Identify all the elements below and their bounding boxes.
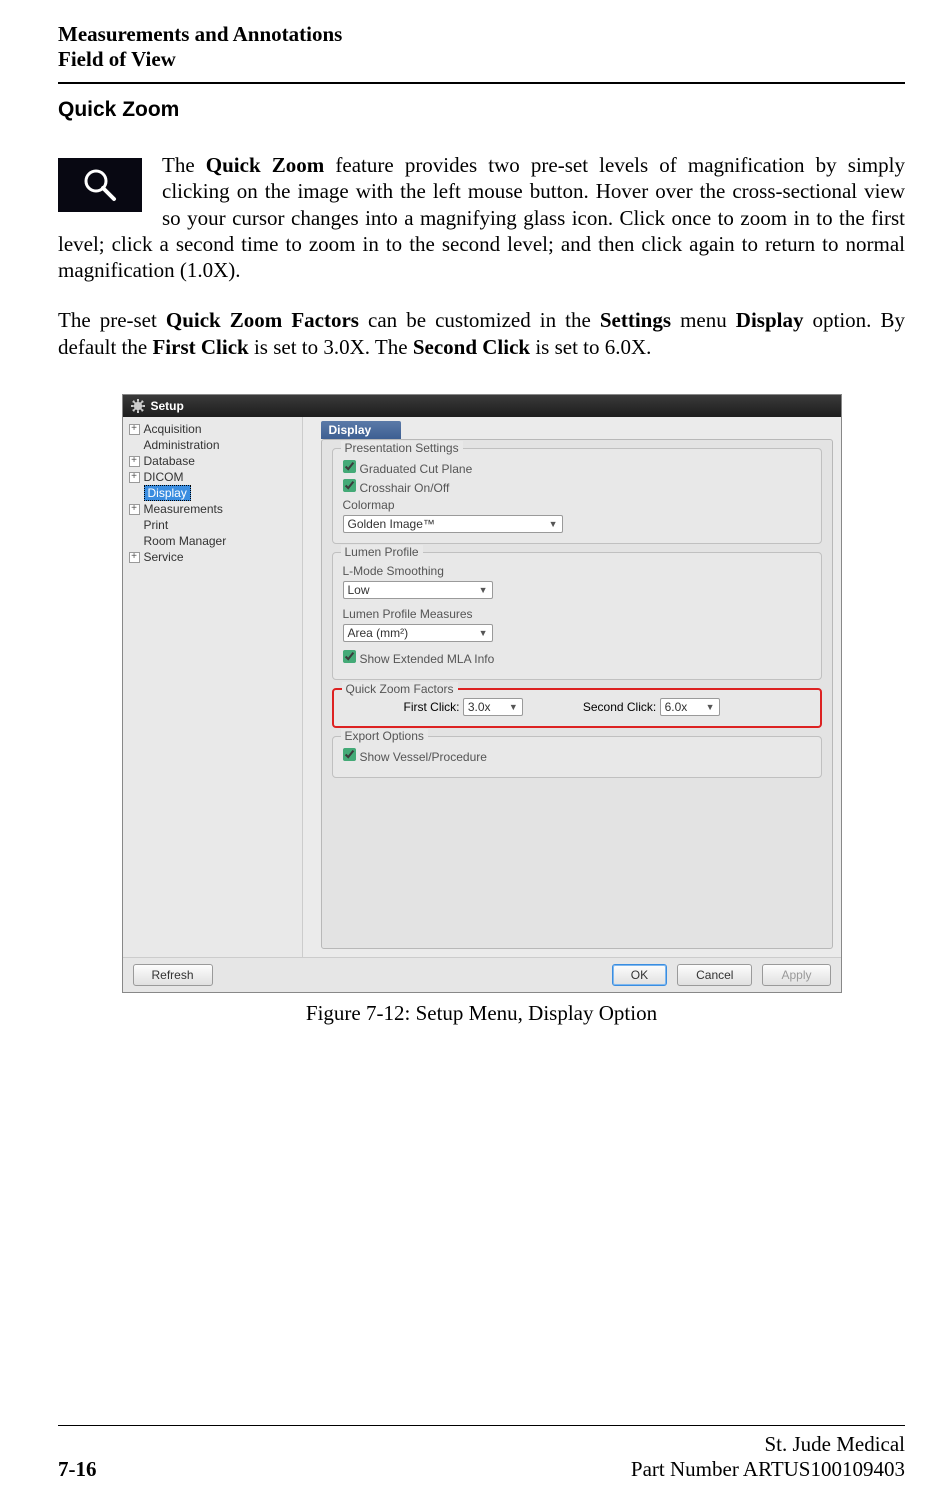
- plus-icon[interactable]: +: [129, 456, 140, 467]
- dropdown-lmode-smoothing-value: Low: [348, 583, 370, 597]
- label-show-vessel: Show Vessel/Procedure: [360, 750, 487, 764]
- p2-b4: First Click: [152, 335, 248, 359]
- plus-icon[interactable]: +: [129, 504, 140, 515]
- group-lumen: Lumen Profile L-Mode Smoothing Low▼ Lume…: [332, 552, 822, 680]
- display-panel: Presentation Settings Graduated Cut Plan…: [321, 439, 833, 949]
- p2-b3: Display: [736, 308, 804, 332]
- label-colormap: Colormap: [343, 498, 811, 512]
- tree-item-print[interactable]: Print: [125, 517, 300, 533]
- p2-t5: is set to 3.0X. The: [249, 335, 413, 359]
- chevron-down-icon: ▼: [706, 702, 715, 712]
- dialog-button-row: Refresh OK Cancel Apply: [123, 957, 841, 992]
- p2-b1: Quick Zoom Factors: [166, 308, 359, 332]
- dropdown-lumen-measures-value: Area (mm²): [348, 626, 409, 640]
- page-footer: 7-16 St. Jude Medical Part Number ARTUS1…: [58, 1425, 905, 1482]
- plus-icon[interactable]: +: [129, 472, 140, 483]
- tree-item-service[interactable]: +Service: [125, 549, 300, 565]
- gear-icon: [131, 399, 145, 413]
- panel-tab-display: Display: [321, 421, 401, 439]
- tree-item-dicom[interactable]: +DICOM: [125, 469, 300, 485]
- dropdown-second-click-value: 6.0x: [665, 700, 688, 714]
- label-first-click: First Click:: [404, 700, 460, 714]
- ok-button[interactable]: OK: [612, 964, 667, 986]
- magnifier-icon: [58, 158, 142, 212]
- checkbox-show-vessel[interactable]: [343, 748, 356, 761]
- figure-block: Setup +Acquisition Administration +Datab…: [58, 394, 905, 1026]
- page-number: 7-16: [58, 1457, 97, 1482]
- plus-icon[interactable]: +: [129, 424, 140, 435]
- label-graduated-cut-plane: Graduated Cut Plane: [360, 462, 473, 476]
- group-label-presentation: Presentation Settings: [341, 441, 463, 455]
- group-label-export: Export Options: [341, 729, 428, 743]
- dropdown-lumen-measures[interactable]: Area (mm²) ▼: [343, 624, 493, 642]
- nav-tree: +Acquisition Administration +Database +D…: [123, 417, 303, 957]
- paragraph-2: The pre-set Quick Zoom Factors can be cu…: [58, 307, 905, 360]
- window-titlebar[interactable]: Setup: [123, 395, 841, 417]
- section-heading: Quick Zoom: [58, 98, 905, 122]
- dropdown-first-click[interactable]: 3.0x ▼: [463, 698, 523, 716]
- dropdown-colormap[interactable]: Golden Image™ ▼: [343, 515, 563, 533]
- header-rule: [58, 82, 905, 84]
- p2-b5: Second Click: [413, 335, 530, 359]
- label-extended-mla: Show Extended MLA Info: [360, 652, 495, 666]
- tree-item-measurements[interactable]: +Measurements: [125, 501, 300, 517]
- dropdown-first-click-value: 3.0x: [468, 700, 491, 714]
- p2-t2: can be customized in the: [359, 308, 600, 332]
- doc-header-line1: Measurements and Annotations: [58, 22, 905, 47]
- setup-window: Setup +Acquisition Administration +Datab…: [122, 394, 842, 993]
- tree-item-acquisition[interactable]: +Acquisition: [125, 421, 300, 437]
- tree-item-display[interactable]: Display: [125, 485, 300, 501]
- tree-item-administration[interactable]: Administration: [125, 437, 300, 453]
- dropdown-lmode-smoothing[interactable]: Low ▼: [343, 581, 493, 599]
- plus-icon[interactable]: +: [129, 552, 140, 563]
- chevron-down-icon: ▼: [479, 628, 488, 638]
- label-crosshair: Crosshair On/Off: [360, 481, 450, 495]
- group-quick-zoom: Quick Zoom Factors First Click: 3.0x▼ Se…: [332, 688, 822, 728]
- checkbox-graduated-cut-plane[interactable]: [343, 460, 356, 473]
- tree-item-database[interactable]: +Database: [125, 453, 300, 469]
- paragraph-1: The Quick Zoom feature provides two pre-…: [58, 152, 905, 283]
- p2-b2: Settings: [600, 308, 671, 332]
- label-second-click: Second Click:: [583, 700, 656, 714]
- refresh-button[interactable]: Refresh: [133, 964, 213, 986]
- group-presentation: Presentation Settings Graduated Cut Plan…: [332, 448, 822, 544]
- p2-t1: The pre-set: [58, 308, 166, 332]
- chevron-down-icon: ▼: [549, 519, 558, 529]
- label-lumen-measures: Lumen Profile Measures: [343, 607, 811, 621]
- p2-t6: is set to 6.0X.: [530, 335, 651, 359]
- paragraph-1-bold: Quick Zoom: [206, 153, 324, 177]
- group-label-quick-zoom: Quick Zoom Factors: [342, 682, 458, 696]
- chevron-down-icon: ▼: [479, 585, 488, 595]
- group-label-lumen: Lumen Profile: [341, 545, 423, 559]
- checkbox-crosshair[interactable]: [343, 479, 356, 492]
- window-title: Setup: [151, 399, 184, 413]
- chevron-down-icon: ▼: [509, 702, 518, 712]
- footer-company: St. Jude Medical: [631, 1432, 905, 1457]
- dropdown-second-click[interactable]: 6.0x ▼: [660, 698, 720, 716]
- checkbox-extended-mla[interactable]: [343, 650, 356, 663]
- cancel-button[interactable]: Cancel: [677, 964, 752, 986]
- p2-t3: menu: [671, 308, 736, 332]
- group-export: Export Options Show Vessel/Procedure: [332, 736, 822, 778]
- apply-button[interactable]: Apply: [762, 964, 830, 986]
- footer-part-number: Part Number ARTUS100109403: [631, 1457, 905, 1482]
- dropdown-colormap-value: Golden Image™: [348, 517, 435, 531]
- tree-item-roommanager[interactable]: Room Manager: [125, 533, 300, 549]
- doc-header-line2: Field of View: [58, 47, 905, 72]
- paragraph-1-text-pre: The: [162, 153, 206, 177]
- label-lmode-smoothing: L-Mode Smoothing: [343, 564, 811, 578]
- figure-caption: Figure 7-12: Setup Menu, Display Option: [58, 1001, 905, 1026]
